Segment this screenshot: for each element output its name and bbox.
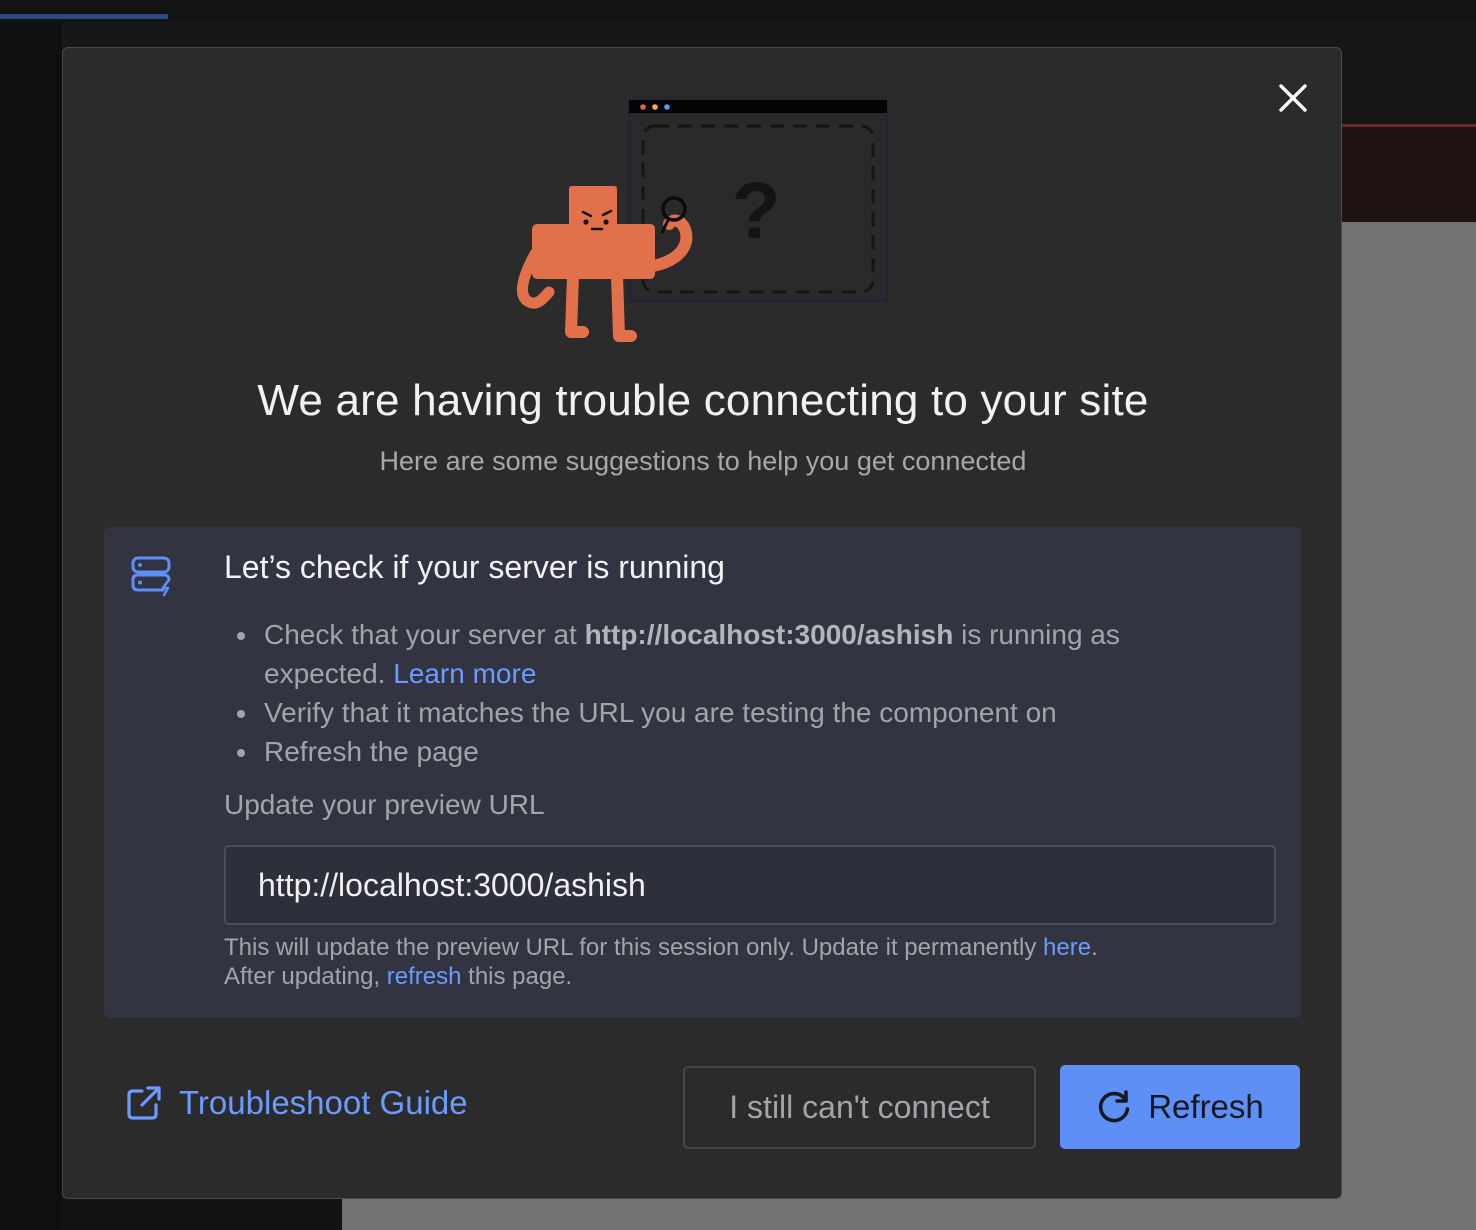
background-progress-bar: [0, 14, 168, 19]
preview-url-label: Update your preview URL: [224, 789, 545, 820]
close-icon: [1279, 84, 1307, 112]
list-item: Check that your server at http://localho…: [237, 615, 1224, 693]
modal-subtitle: Here are some suggestions to help you ge…: [379, 446, 1027, 476]
connection-error-modal: ? We are having trouble connecting to yo…: [62, 47, 1342, 1199]
help-text: this page.: [461, 963, 573, 990]
question-mark-icon: ?: [732, 166, 781, 255]
modal-title: We are having trouble connecting to your…: [257, 376, 1149, 425]
server-check-panel: Let’s check if your server is running Ch…: [104, 527, 1301, 1018]
permanent-update-link[interactable]: here: [1043, 934, 1091, 961]
server-url: http://localhost:3000/ashish: [584, 619, 954, 650]
learn-more-link[interactable]: Learn more: [393, 658, 536, 689]
troubleshoot-guide-label: Troubleshoot Guide: [179, 1084, 468, 1121]
list-item: Refresh the page: [237, 732, 1224, 771]
help-text: After updating,: [224, 963, 387, 990]
refresh-button[interactable]: Refresh: [1060, 1065, 1300, 1149]
preview-url-input[interactable]: [224, 845, 1276, 925]
refresh-link[interactable]: refresh: [387, 963, 462, 990]
mascot-illustration: ?: [516, 99, 888, 342]
tip-text: Check that your server at: [264, 619, 585, 650]
list-item: Verify that it matches the URL you are t…: [237, 693, 1224, 732]
background-topbar: [0, 0, 1476, 22]
help-text: .: [1091, 934, 1098, 961]
preview-url-help: This will update the preview URL for thi…: [224, 933, 1284, 991]
background-error-banner: [1340, 124, 1476, 222]
suggestion-list: Check that your server at http://localho…: [237, 615, 1224, 771]
background-strip: [62, 1198, 342, 1230]
server-check-heading: Let’s check if your server is running: [224, 549, 725, 585]
cant-connect-button[interactable]: I still can't connect: [683, 1066, 1036, 1149]
external-link-icon: [127, 1086, 161, 1120]
background-sidebar: [0, 22, 62, 1230]
close-button[interactable]: [1275, 80, 1311, 116]
server-icon: [131, 556, 171, 597]
refresh-button-label: Refresh: [1148, 1088, 1264, 1125]
help-text: This will update the preview URL for thi…: [224, 934, 1044, 961]
refresh-icon: [1099, 1090, 1130, 1123]
troubleshoot-guide-link[interactable]: Troubleshoot Guide: [125, 1084, 468, 1122]
